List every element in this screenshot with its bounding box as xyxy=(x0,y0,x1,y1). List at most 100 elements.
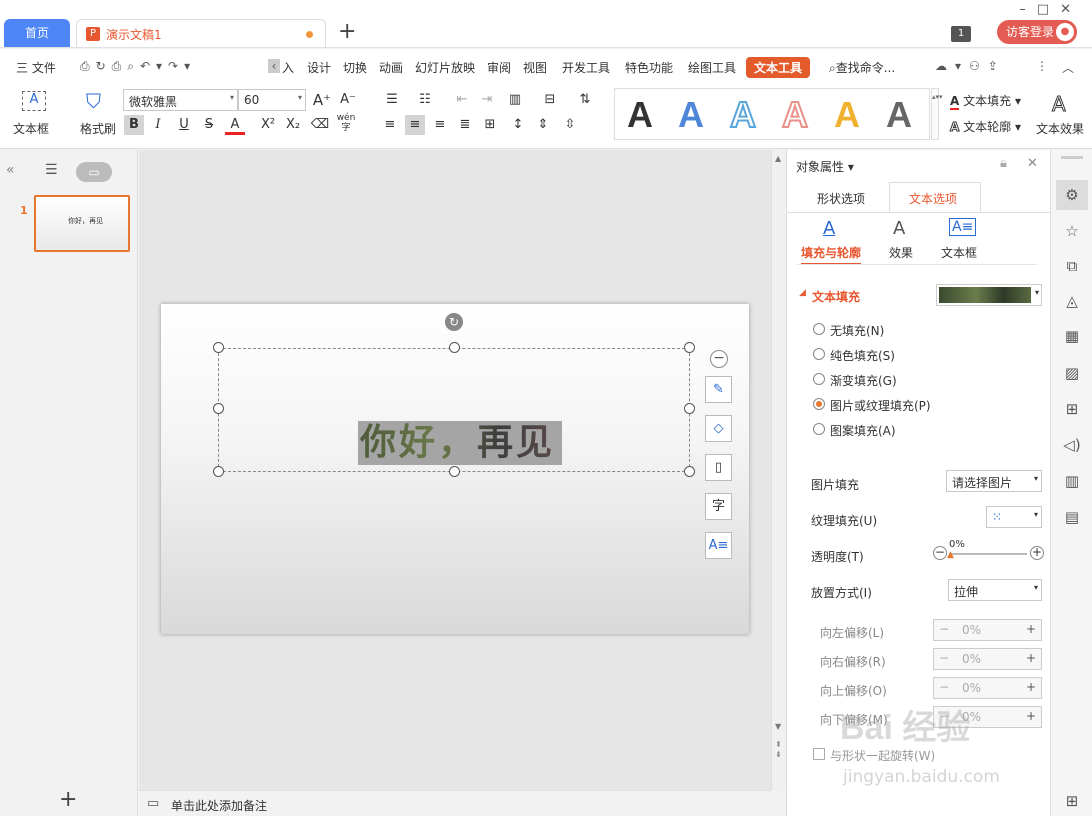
panel-title[interactable]: 对象属性 ▾ xyxy=(796,158,854,175)
archive-icon[interactable]: ▤ xyxy=(1061,506,1083,528)
shrink-font-icon[interactable]: A⁻ xyxy=(338,90,358,110)
collapse-ribbon-icon[interactable]: ︿ xyxy=(1062,59,1074,76)
label-gradient-fill[interactable]: 渐变填充(G) xyxy=(830,372,897,389)
label-pattern-fill[interactable]: 图案填充(A) xyxy=(830,422,896,439)
resize-handle[interactable] xyxy=(213,466,224,477)
new-tab-button[interactable]: + xyxy=(338,21,356,43)
menu-file[interactable]: 三 文件 xyxy=(16,59,56,76)
window-controls[interactable]: –□✕ xyxy=(1019,2,1082,17)
apps-icon[interactable]: ⊞ xyxy=(1061,790,1083,812)
text-art-gallery[interactable]: A A A A A A xyxy=(614,88,930,140)
numbering-icon[interactable]: ☷ xyxy=(415,90,435,110)
transparency-increase-icon[interactable]: + xyxy=(1030,546,1044,560)
line-spacing-icon[interactable]: ↕ xyxy=(508,115,528,135)
label-solid-fill[interactable]: 纯色填充(S) xyxy=(830,347,895,364)
search-command[interactable]: ⌕查找命令... xyxy=(829,59,895,76)
border-frame-icon[interactable]: ▯ xyxy=(705,454,732,481)
section-text-fill[interactable]: 文本填充 xyxy=(812,288,860,305)
label-picture-texture-fill[interactable]: 图片或纹理填充(P) xyxy=(830,397,931,414)
format-painter-button[interactable]: 格式刷 xyxy=(80,120,116,137)
gallery-scroll-icon[interactable]: ▴▾▾ xyxy=(931,88,943,140)
justify-icon[interactable]: ≣ xyxy=(455,115,475,135)
effects-icon[interactable]: A xyxy=(893,218,905,239)
radio-pattern-fill[interactable] xyxy=(813,423,825,435)
menu-text-tools[interactable]: 文本工具 xyxy=(746,57,811,78)
resize-handle[interactable] xyxy=(213,342,224,353)
art-style-black[interactable]: A xyxy=(627,94,653,136)
italic-icon[interactable]: I xyxy=(148,115,168,135)
resize-handle[interactable] xyxy=(449,342,460,353)
textbox-button[interactable]: 文本框 xyxy=(13,120,49,137)
login-button[interactable]: 访客登录 ● xyxy=(997,20,1077,44)
resize-handle[interactable] xyxy=(684,466,695,477)
bullets-icon[interactable]: ☰ xyxy=(382,90,402,110)
lock-icon[interactable]: 🔒︎ xyxy=(1000,156,1007,171)
notes-bar[interactable]: ▭ 单击此处添加备注 xyxy=(139,790,771,816)
rotate-with-shape-checkbox[interactable] xyxy=(813,748,825,760)
menu-drawing-tools[interactable]: 绘图工具 xyxy=(688,59,736,76)
tab-shape-options[interactable]: 形状选项 xyxy=(817,190,865,207)
decrease-indent-icon[interactable]: ⇤ xyxy=(452,90,472,110)
art-style-orange[interactable]: A xyxy=(834,94,860,136)
superscript-icon[interactable]: X² xyxy=(258,115,278,135)
transparency-slider[interactable] xyxy=(949,553,1027,555)
textbox-icon[interactable]: A xyxy=(22,91,46,111)
maximize-icon[interactable]: □ xyxy=(1037,2,1060,17)
style-brush-icon[interactable]: ✎ xyxy=(705,376,732,403)
increase-indent-icon[interactable]: ⇥ xyxy=(477,90,497,110)
vertical-scrollbar[interactable]: ▲ ▼ ⇞ ⇟ xyxy=(771,150,786,790)
resize-handle[interactable] xyxy=(213,403,224,414)
tab-home[interactable]: 首页 xyxy=(4,19,70,47)
paragraph-spacing-icon[interactable]: ⇕ xyxy=(533,115,553,135)
strikethrough-icon[interactable]: S xyxy=(199,115,219,135)
grow-font-icon[interactable]: A⁺ xyxy=(312,90,332,110)
minimize-icon[interactable]: – xyxy=(1019,2,1037,17)
subtab-effects[interactable]: 效果 xyxy=(889,244,913,261)
radio-picture-texture-fill[interactable] xyxy=(813,398,825,410)
expand-section-icon[interactable]: ◢ xyxy=(799,288,806,298)
subscript-icon[interactable]: X₂ xyxy=(283,115,303,135)
align-left-icon[interactable]: ≡ xyxy=(380,115,400,135)
text-effect-icon[interactable]: A xyxy=(1052,92,1067,117)
audio-icon[interactable]: ◁) xyxy=(1061,434,1083,456)
subtab-textbox[interactable]: 文本框 xyxy=(941,244,977,261)
scroll-down-icon[interactable]: ▼ xyxy=(775,722,781,731)
offset-right-stepper[interactable]: −0% + xyxy=(933,648,1042,670)
texture-fill-select[interactable]: ⁙ ▾ xyxy=(986,506,1042,528)
quick-access-icons[interactable]: ⎙↻⎙⌕↶▾↷▾ xyxy=(80,59,196,74)
menu-slideshow[interactable]: 幻灯片放映 xyxy=(415,59,475,76)
table-icon[interactable]: ⊞ xyxy=(1061,398,1083,420)
rotate-handle-icon[interactable]: ↻ xyxy=(445,313,463,331)
text-align-box-icon[interactable]: ⊟ xyxy=(540,90,560,110)
menu-transitions[interactable]: 切换 xyxy=(343,59,367,76)
radio-gradient-fill[interactable] xyxy=(813,373,825,385)
char-spacing-icon[interactable]: 字 xyxy=(705,493,732,520)
picture-fill-select[interactable]: 请选择图片 ▾ xyxy=(946,470,1042,492)
properties-icon[interactable]: ⚙ xyxy=(1056,180,1088,210)
bold-icon[interactable]: B xyxy=(124,115,144,135)
font-size-select[interactable]: 60 ▾ xyxy=(238,89,306,111)
collapse-panel-icon[interactable]: « xyxy=(6,162,15,178)
textbox-settings-icon[interactable]: A≡ xyxy=(949,218,977,236)
slide-thumbnail[interactable]: 你好，再见 xyxy=(34,195,130,252)
art-style-gray[interactable]: A xyxy=(886,94,912,136)
layers-icon[interactable]: ◬ xyxy=(1061,290,1083,312)
art-style-pink-outline[interactable]: A xyxy=(781,93,809,136)
resize-handle[interactable] xyxy=(449,466,460,477)
resize-handle[interactable] xyxy=(684,342,695,353)
window-count-badge[interactable]: 1 xyxy=(951,26,971,42)
clear-format-icon[interactable]: ⌫ xyxy=(310,115,330,135)
text-options-icon[interactable]: A≡ xyxy=(705,532,732,559)
close-panel-icon[interactable]: ✕ xyxy=(1027,156,1038,171)
spacing-options-icon[interactable]: ⇳ xyxy=(560,115,580,135)
text-effect-button[interactable]: 文本效果 xyxy=(1036,120,1092,137)
menu-animation[interactable]: 动画 xyxy=(379,59,403,76)
chart-icon[interactable]: ▥ xyxy=(1061,470,1083,492)
offset-up-stepper[interactable]: −0% + xyxy=(933,677,1042,699)
image-icon[interactable]: ▨ xyxy=(1061,362,1083,384)
tab-text-options[interactable]: 文本选项 xyxy=(909,190,957,207)
offset-left-stepper[interactable]: −0% + xyxy=(933,619,1042,641)
text-direction-icon[interactable]: ⇅ xyxy=(575,90,595,110)
format-painter-icon[interactable]: ⛉ xyxy=(86,89,101,113)
fill-bucket-icon[interactable]: ◇ xyxy=(705,415,732,442)
